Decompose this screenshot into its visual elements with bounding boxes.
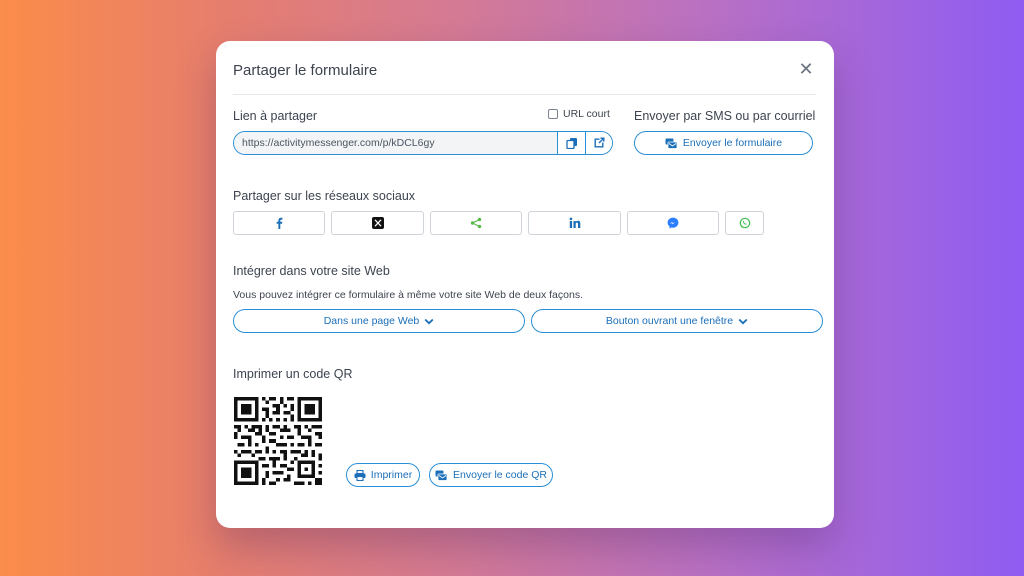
chevron-down-icon [424, 318, 434, 324]
copy-link-button[interactable] [558, 132, 585, 154]
copy-icon [565, 138, 577, 149]
print-qr-button[interactable]: Imprimer [346, 463, 420, 487]
share-link-button[interactable] [430, 211, 522, 235]
embed-popup-label: Bouton ouvrant une fenêtre [605, 315, 734, 327]
close-icon[interactable]: ✕ [796, 59, 816, 79]
dialog-title: Partager le formulaire [233, 62, 378, 79]
share-icon [470, 217, 482, 229]
short-url-toggle[interactable]: URL court [548, 108, 610, 120]
share-whatsapp-button[interactable] [725, 211, 764, 235]
qr-code [234, 397, 322, 485]
messenger-icon [667, 217, 679, 229]
social-section-label: Partager sur les réseaux sociaux [233, 189, 416, 203]
embed-page-label: Dans une page Web [323, 315, 420, 327]
printer-icon [354, 469, 366, 481]
dialog-header: Partager le formulaire ✕ [233, 41, 816, 95]
short-url-label: URL court [563, 108, 610, 120]
embed-section-label: Intégrer dans votre site Web [233, 264, 390, 278]
embed-page-dropdown[interactable]: Dans une page Web [233, 309, 525, 333]
chevron-down-icon [738, 318, 748, 324]
linkedin-icon [569, 217, 580, 228]
send-qr-label: Envoyer le code QR [453, 469, 547, 481]
send-form-button[interactable]: Envoyer le formulaire [634, 131, 813, 155]
share-link-group [233, 131, 613, 155]
link-section-label: Lien à partager [233, 109, 318, 123]
external-link-icon [594, 137, 605, 148]
print-qr-label: Imprimer [370, 469, 413, 481]
embed-popup-dropdown[interactable]: Bouton ouvrant une fenêtre [531, 309, 823, 333]
share-linkedin-button[interactable] [528, 211, 621, 235]
share-link-input[interactable] [234, 132, 558, 154]
x-icon [371, 217, 384, 229]
sms-section-label: Envoyer par SMS ou par courriel [634, 109, 816, 123]
send-qr-button[interactable]: Envoyer le code QR [429, 463, 553, 487]
send-form-icon [665, 138, 678, 149]
qr-section-label: Imprimer un code QR [233, 367, 353, 381]
whatsapp-icon [739, 217, 750, 229]
send-form-icon [435, 470, 448, 481]
facebook-icon [276, 217, 283, 229]
share-facebook-button[interactable] [233, 211, 325, 235]
short-url-checkbox[interactable] [548, 109, 558, 119]
share-x-button[interactable] [331, 211, 424, 235]
share-messenger-button[interactable] [627, 211, 719, 235]
open-link-button[interactable] [585, 132, 612, 154]
embed-description: Vous pouvez intégrer ce formulaire à mêm… [233, 289, 583, 301]
send-form-label: Envoyer le formulaire [682, 137, 783, 149]
